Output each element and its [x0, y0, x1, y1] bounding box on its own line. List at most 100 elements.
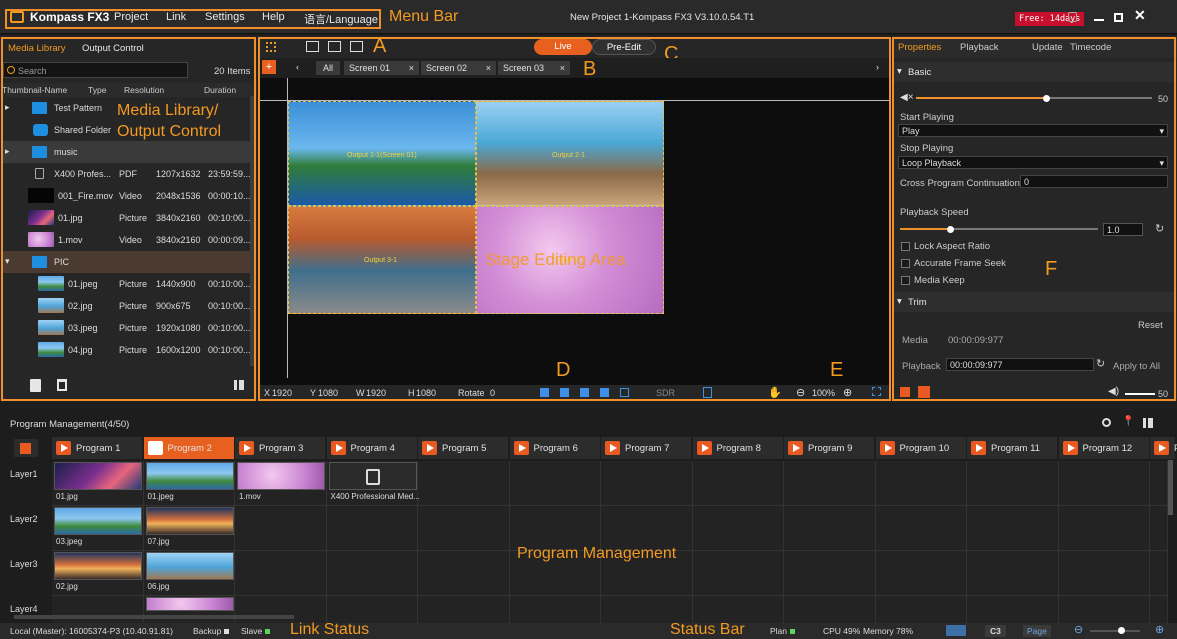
monitor-ftb-icon[interactable] — [350, 41, 363, 52]
play-icon[interactable] — [513, 441, 529, 455]
play-icon[interactable] — [696, 441, 712, 455]
layout-grid-icon[interactable] — [266, 42, 276, 52]
monitor-text-icon[interactable] — [328, 41, 341, 52]
import-file-icon[interactable] — [30, 379, 41, 392]
scrollbar[interactable] — [250, 96, 254, 366]
refresh-icon[interactable]: ↻ — [1096, 357, 1105, 370]
accurate-seek-checkbox[interactable] — [901, 259, 910, 268]
play-icon[interactable] — [239, 441, 254, 455]
view-toggle-icon[interactable] — [234, 380, 244, 390]
list-view-icon[interactable] — [1143, 418, 1153, 428]
program-cell[interactable] — [326, 506, 418, 551]
page-zoom-knob[interactable] — [1118, 627, 1125, 634]
w-input[interactable]: 1920 — [366, 388, 386, 398]
program-cell[interactable] — [235, 506, 327, 551]
stop-playing-select[interactable]: Loop Playback ▾ — [898, 156, 1168, 169]
program-tab[interactable]: Program 3 — [235, 437, 325, 459]
close-icon[interactable]: × — [409, 63, 414, 73]
align-left-icon[interactable] — [540, 388, 549, 397]
media-item[interactable]: 01.jpg Picture 3840x2160 00:10:00... — [2, 207, 251, 229]
chevron-down-icon[interactable]: ▾ — [5, 256, 10, 267]
program-settings-icon[interactable] — [1102, 418, 1111, 427]
media-clip[interactable] — [54, 462, 142, 490]
start-playing-select[interactable]: Play ▾ — [898, 124, 1168, 137]
play-icon[interactable] — [788, 441, 803, 455]
calendar-icon[interactable] — [946, 625, 966, 636]
layer-label[interactable]: Layer1 — [10, 469, 38, 479]
play-icon[interactable] — [422, 441, 437, 455]
program-cell[interactable] — [692, 551, 784, 596]
program-tab[interactable]: Program 10 — [875, 437, 966, 459]
play-icon[interactable] — [1062, 441, 1078, 455]
align-right-icon[interactable] — [580, 388, 589, 397]
play-icon[interactable] — [330, 441, 346, 455]
pause-icon[interactable] — [918, 386, 930, 398]
tab-output-control[interactable]: Output Control — [82, 43, 144, 54]
delete-icon[interactable] — [57, 379, 67, 391]
h-input[interactable]: 1080 — [416, 388, 436, 398]
media-item[interactable]: X400 Profes... PDF 1207x1632 23:59:59... — [2, 163, 251, 185]
grid-scrollbar[interactable] — [1168, 460, 1173, 515]
chevron-right-icon[interactable]: ▸ — [5, 102, 10, 113]
reset-button[interactable]: Reset — [1138, 320, 1163, 331]
program-cell[interactable] — [418, 506, 510, 551]
program-tab[interactable]: Program 6 — [509, 437, 600, 459]
program-cell[interactable] — [967, 461, 1059, 506]
media-clip[interactable] — [54, 507, 142, 535]
fullscreen-icon[interactable] — [620, 388, 629, 397]
media-item[interactable]: 03.jpeg Picture 1920x1080 00:10:00... — [2, 317, 251, 339]
program-tab[interactable]: Program 5 — [418, 437, 508, 459]
minimize-icon[interactable] — [1094, 19, 1104, 21]
play-icon[interactable] — [605, 441, 620, 455]
pause-icon[interactable] — [147, 441, 163, 455]
lock-icon[interactable] — [1068, 12, 1077, 22]
menu-settings[interactable]: Settings — [205, 11, 245, 23]
media-clip[interactable] — [145, 552, 234, 580]
program-cell[interactable] — [601, 461, 693, 506]
play-icon[interactable] — [56, 441, 71, 455]
col-resolution[interactable]: Resolution — [124, 85, 164, 95]
media-item[interactable]: 001_Fire.mov Video 2048x1536 00:00:10... — [2, 185, 251, 207]
page-button[interactable]: Page — [1023, 625, 1051, 637]
zoom-in-icon[interactable]: ⊕ — [843, 386, 852, 399]
mute-icon[interactable]: ◀× — [900, 92, 914, 103]
add-screen-button[interactable]: + — [262, 60, 276, 74]
scroll-right-icon[interactable]: › — [876, 62, 879, 72]
screen-tab-all[interactable]: All — [316, 61, 340, 75]
align-center-icon[interactable] — [560, 388, 569, 397]
output-2-1[interactable]: Output 2-1 — [476, 101, 664, 206]
program-cell[interactable] — [1150, 461, 1168, 506]
program-cell[interactable] — [967, 551, 1059, 596]
scroll-left-icon[interactable]: ‹ — [296, 62, 299, 72]
apply-all-button[interactable]: Apply to All — [1113, 361, 1160, 372]
zoom-out-icon[interactable]: ⊖ — [1074, 623, 1083, 636]
bottom-volume-slider[interactable] — [1125, 393, 1155, 395]
program-cell[interactable] — [784, 551, 876, 596]
live-button[interactable]: Live — [534, 39, 592, 55]
col-duration[interactable]: Duration — [204, 85, 236, 95]
reset-speed-icon[interactable]: ↻ — [1155, 222, 1164, 235]
hand-icon[interactable]: ✋ — [768, 386, 782, 399]
monitor-x-icon[interactable] — [306, 41, 319, 52]
close-icon[interactable]: × — [560, 63, 565, 73]
col-thumbnail-name[interactable]: Thumbnail-Name — [2, 85, 67, 95]
volume-slider-knob[interactable] — [1043, 95, 1050, 102]
x-input[interactable]: 1920 — [272, 388, 292, 398]
search-input[interactable]: Search — [18, 66, 47, 76]
menu-link[interactable]: Link — [166, 11, 186, 23]
program-cell[interactable] — [784, 506, 876, 551]
media-item[interactable]: 02.jpg Picture 900x675 00:10:00... — [2, 295, 251, 317]
program-cell[interactable] — [875, 551, 967, 596]
program-cell[interactable] — [875, 461, 967, 506]
media-item[interactable]: 1.mov Video 3840x2160 00:00:09... — [2, 229, 251, 251]
play-icon[interactable] — [879, 441, 895, 455]
c3-button[interactable]: C3 — [985, 625, 1006, 637]
stop-all-button[interactable] — [14, 439, 38, 457]
program-tab[interactable]: Program 13 — [1150, 437, 1177, 459]
layer-label[interactable]: Layer2 — [10, 514, 38, 524]
media-keep-checkbox[interactable] — [901, 276, 910, 285]
tab-timecode[interactable]: Timecode — [1070, 42, 1111, 53]
program-cell[interactable] — [418, 551, 510, 596]
media-clip[interactable] — [145, 507, 234, 535]
program-tab[interactable]: Program 12 — [1058, 437, 1149, 459]
